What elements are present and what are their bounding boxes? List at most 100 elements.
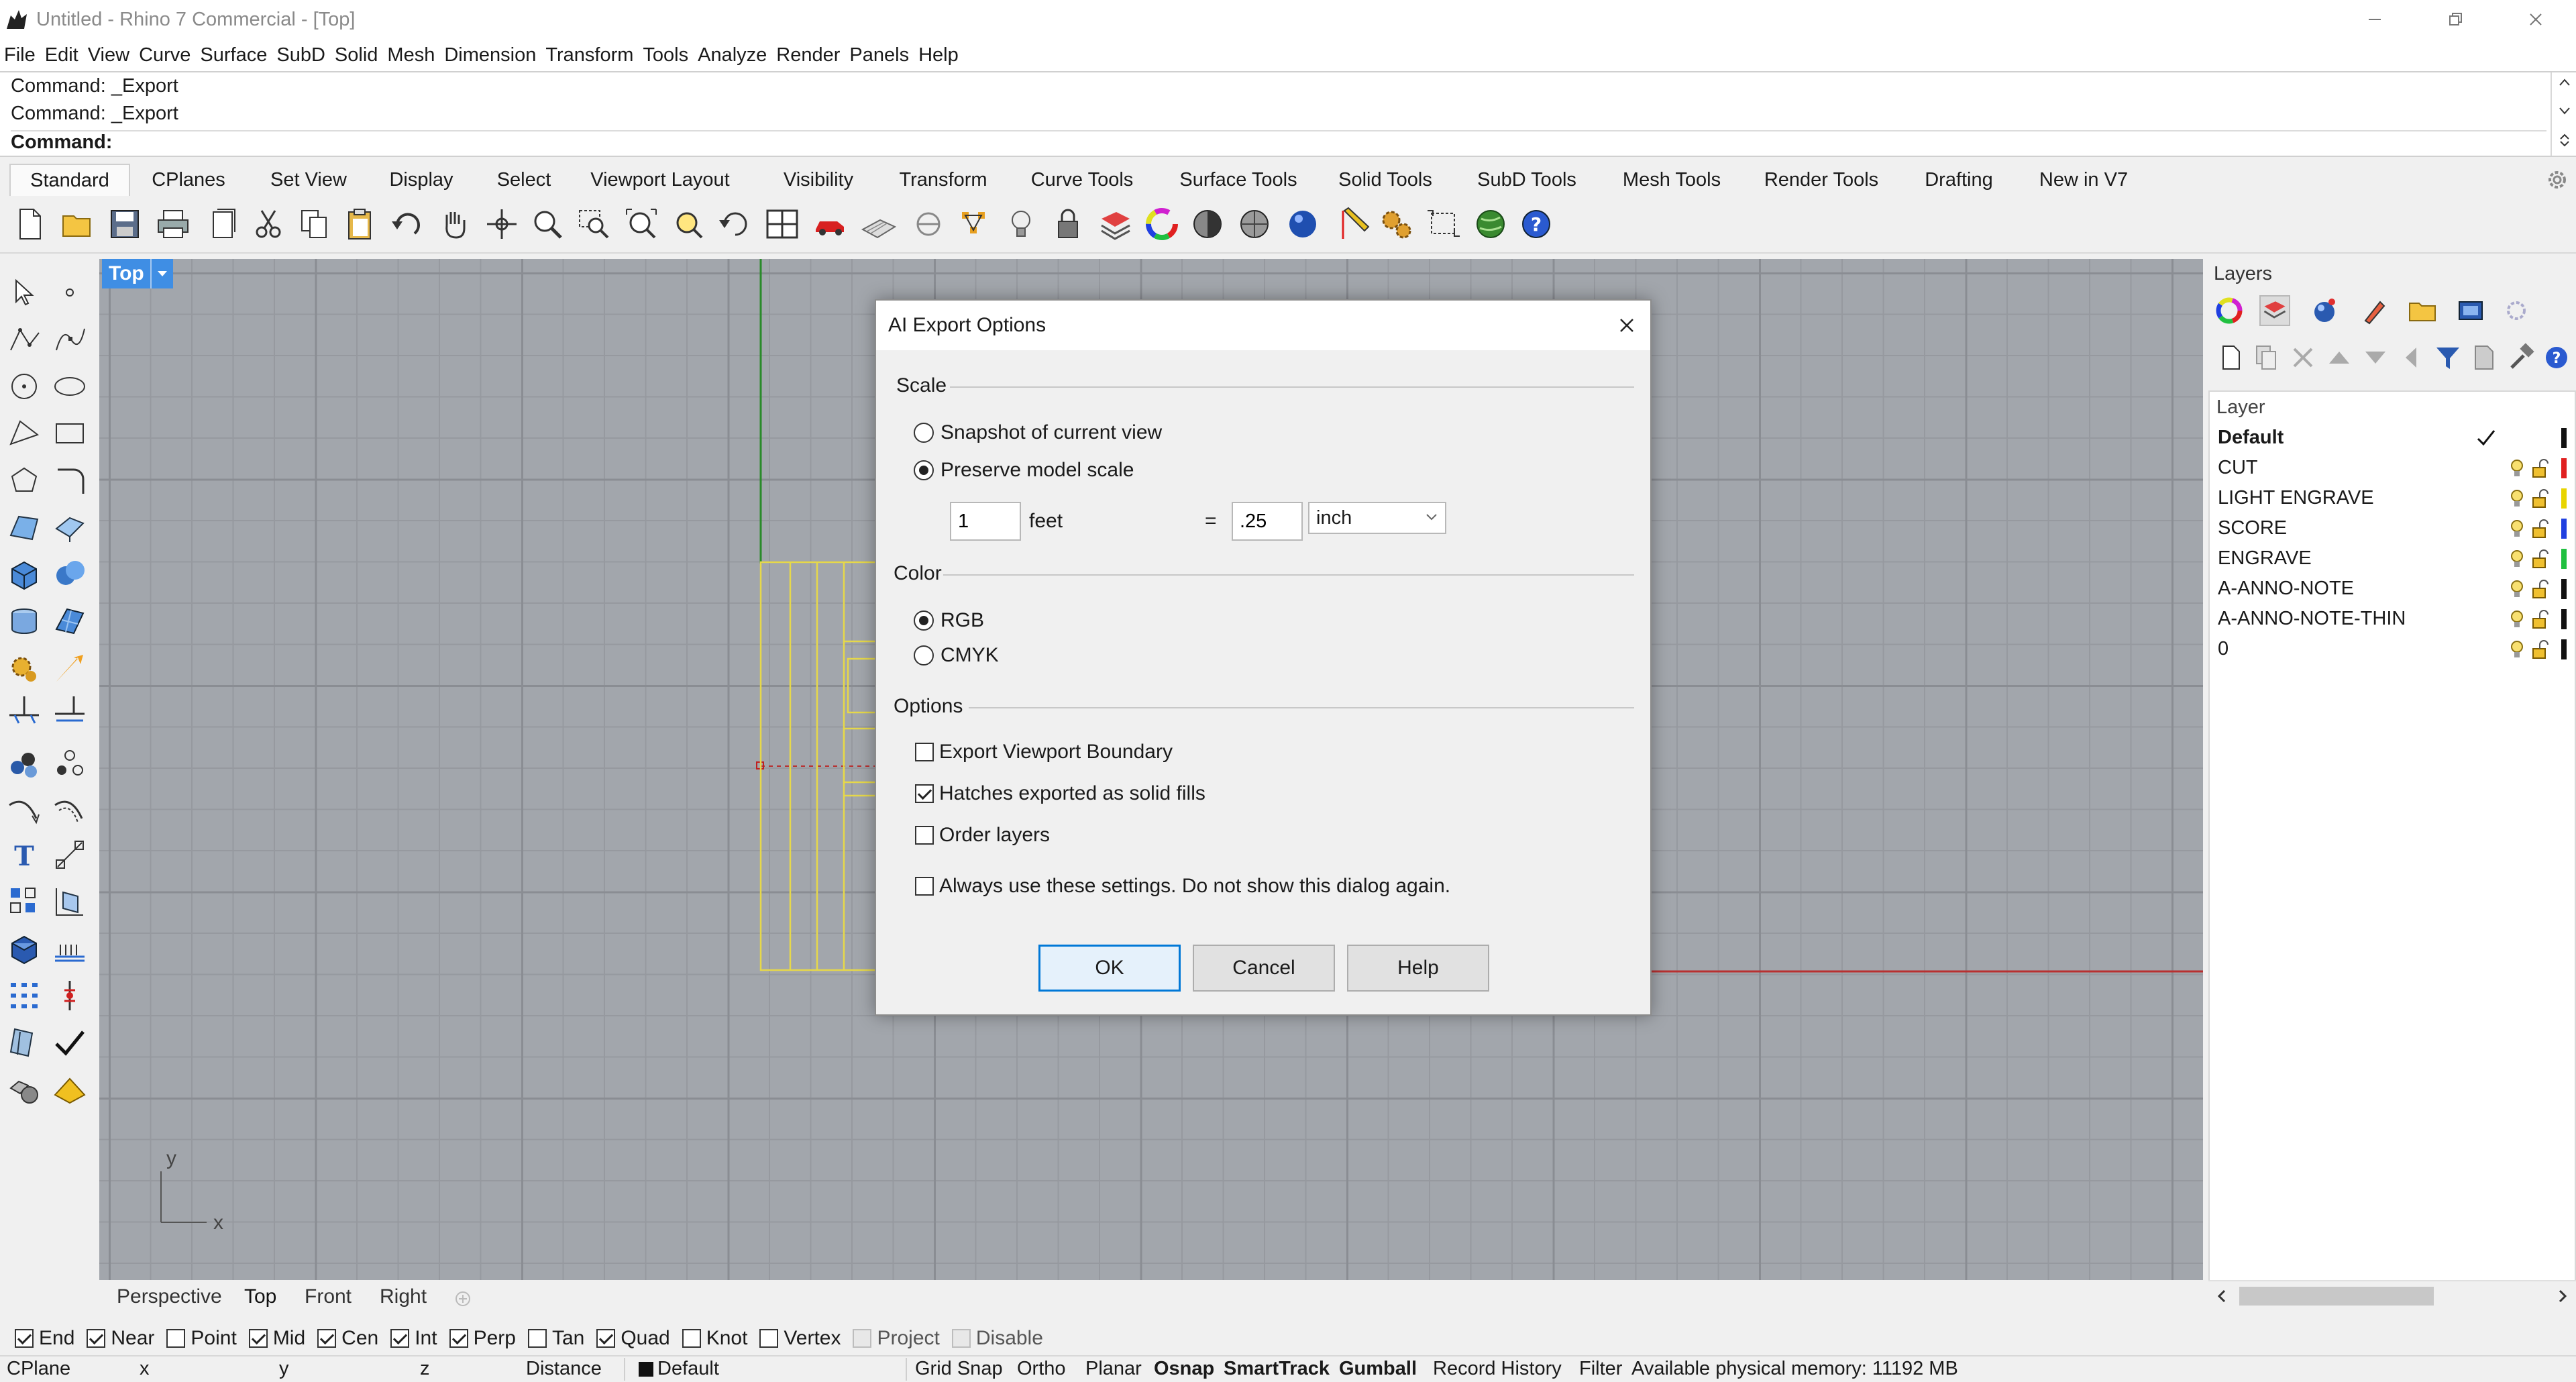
viewport-title[interactable]: Top xyxy=(102,259,151,288)
osnap-checkbox[interactable] xyxy=(317,1329,337,1348)
light-bulb-icon[interactable] xyxy=(2509,519,2525,539)
osnap-cen[interactable]: Cen xyxy=(317,1327,378,1350)
polyline-icon[interactable] xyxy=(5,321,43,358)
select-arrow-icon[interactable] xyxy=(5,274,43,311)
ellipse-icon[interactable] xyxy=(51,368,89,405)
rendered-sphere-icon[interactable] xyxy=(1236,205,1273,243)
array-icon[interactable] xyxy=(5,883,43,920)
delete-icon[interactable] xyxy=(2288,342,2318,373)
preserve-scale-radio[interactable] xyxy=(914,460,934,480)
restore-button[interactable] xyxy=(2415,0,2496,39)
close-icon[interactable] xyxy=(1615,314,1638,337)
export-viewport-boundary-option[interactable]: Export Viewport Boundary xyxy=(915,741,1173,763)
copy-icon[interactable] xyxy=(295,205,333,243)
unlocked-icon[interactable] xyxy=(2530,549,2549,569)
osnap-int[interactable]: Int xyxy=(390,1327,437,1350)
osnap-checkbox[interactable] xyxy=(759,1329,779,1348)
hatches-solid-fills-option[interactable]: Hatches exported as solid fills xyxy=(915,782,1205,805)
menu-panels[interactable]: Panels xyxy=(849,44,909,66)
cmyk-radio[interactable] xyxy=(914,645,934,666)
osnap-checkbox[interactable] xyxy=(596,1329,616,1348)
transform-gear-icon[interactable] xyxy=(5,649,43,687)
polygon-icon[interactable] xyxy=(5,462,43,499)
ungroup-icon[interactable] xyxy=(51,745,89,782)
new-sublayer-icon[interactable] xyxy=(2251,342,2282,373)
undo-view-icon[interactable] xyxy=(716,205,754,243)
color-wheel-icon[interactable] xyxy=(2214,295,2245,326)
render-objects-icon[interactable] xyxy=(5,1071,43,1108)
point-icon[interactable] xyxy=(51,274,89,311)
layer-color-swatch[interactable] xyxy=(2561,579,2567,599)
osnap-quad[interactable]: Quad xyxy=(596,1327,670,1350)
layer-color-swatch[interactable] xyxy=(2561,609,2567,629)
tab-solid-tools[interactable]: Solid Tools xyxy=(1330,164,1441,196)
bounding-box-icon[interactable] xyxy=(1425,205,1462,243)
osnap-project[interactable]: Project xyxy=(853,1327,940,1350)
layer-row-a-anno-note-thin[interactable]: A-ANNO-NOTE-THIN xyxy=(2210,604,2575,634)
status-grid-snap[interactable]: Grid Snap xyxy=(915,1358,1003,1380)
layers-horizontal-scrollbar[interactable] xyxy=(2208,1280,2576,1310)
analyze-icon[interactable] xyxy=(5,1024,43,1061)
snapshot-radio-option[interactable]: Snapshot of current view xyxy=(914,421,1162,444)
tab-render-tools[interactable]: Render Tools xyxy=(1759,164,1884,196)
scrollbar-thumb[interactable] xyxy=(2239,1287,2434,1306)
rgb-radio-option[interactable]: RGB xyxy=(914,609,984,632)
tab-cplanes[interactable]: CPlanes xyxy=(138,164,239,196)
status-layer[interactable]: Default xyxy=(657,1358,719,1380)
rotate-view-icon[interactable] xyxy=(483,205,521,243)
menu-mesh[interactable]: Mesh xyxy=(387,44,435,66)
light-bulb-icon[interactable] xyxy=(2509,488,2525,509)
tab-curve-tools[interactable]: Curve Tools xyxy=(1018,164,1146,196)
osnap-end[interactable]: End xyxy=(15,1327,74,1350)
blend-curve-icon[interactable] xyxy=(5,792,43,829)
move-parent-icon[interactable] xyxy=(2396,342,2427,373)
help-button[interactable]: Help xyxy=(1347,945,1489,992)
export-viewport-boundary-checkbox[interactable] xyxy=(915,743,934,761)
menu-dimension[interactable]: Dimension xyxy=(444,44,536,66)
paper-unit-select[interactable]: inch xyxy=(1308,502,1446,534)
tab-right[interactable]: Right xyxy=(380,1285,427,1308)
light-bulb-icon[interactable] xyxy=(2509,458,2525,478)
osnap-checkbox[interactable] xyxy=(390,1329,410,1348)
menu-file[interactable]: File xyxy=(4,44,36,66)
mesh-surface-icon[interactable] xyxy=(51,602,89,640)
light-pen-icon[interactable] xyxy=(2359,295,2390,326)
tab-viewport-layout[interactable]: Viewport Layout xyxy=(580,164,741,196)
menu-transform[interactable]: Transform xyxy=(545,44,633,66)
unlocked-icon[interactable] xyxy=(2530,609,2549,629)
globe-icon[interactable] xyxy=(1472,205,1509,243)
move-down-icon[interactable] xyxy=(2360,342,2391,373)
settings-gear-icon[interactable] xyxy=(2501,295,2532,326)
car-icon[interactable] xyxy=(812,205,849,243)
tab-standard[interactable]: Standard xyxy=(9,164,130,196)
model-scale-input[interactable] xyxy=(950,502,1021,541)
menu-surface[interactable]: Surface xyxy=(200,44,267,66)
shaded-sphere-icon[interactable] xyxy=(1189,205,1226,243)
rgb-radio[interactable] xyxy=(914,610,934,631)
save-icon[interactable] xyxy=(106,205,144,243)
curve-icon[interactable] xyxy=(51,321,89,358)
new-layer-icon[interactable] xyxy=(2215,342,2246,373)
osnap-checkbox[interactable] xyxy=(87,1329,106,1348)
move-up-icon[interactable] xyxy=(2324,342,2355,373)
undo-icon[interactable] xyxy=(388,205,425,243)
display-icon[interactable] xyxy=(2455,295,2486,326)
menu-render[interactable]: Render xyxy=(776,44,840,66)
layer-color-swatch[interactable] xyxy=(2561,549,2567,569)
osnap-knot[interactable]: Knot xyxy=(682,1327,747,1350)
menu-curve[interactable]: Curve xyxy=(139,44,191,66)
group-icon[interactable] xyxy=(5,745,43,782)
layer-row-light-engrave[interactable]: LIGHT ENGRAVE xyxy=(2210,483,2575,513)
export-page-icon[interactable] xyxy=(204,205,241,243)
cancel-button[interactable]: Cancel xyxy=(1193,945,1335,992)
layer-color-swatch[interactable] xyxy=(2561,458,2567,478)
zoom-extents-icon[interactable] xyxy=(623,205,660,243)
unlocked-icon[interactable] xyxy=(2530,579,2549,599)
layer-row-default[interactable]: Default xyxy=(2210,423,2575,453)
osnap-checkbox[interactable] xyxy=(248,1329,268,1348)
split-icon[interactable] xyxy=(5,691,43,729)
four-viewports-icon[interactable] xyxy=(763,205,801,243)
text-icon[interactable]: T xyxy=(5,836,43,873)
color-wheel-icon[interactable] xyxy=(1143,205,1181,243)
add-viewport-icon[interactable] xyxy=(453,1289,472,1308)
